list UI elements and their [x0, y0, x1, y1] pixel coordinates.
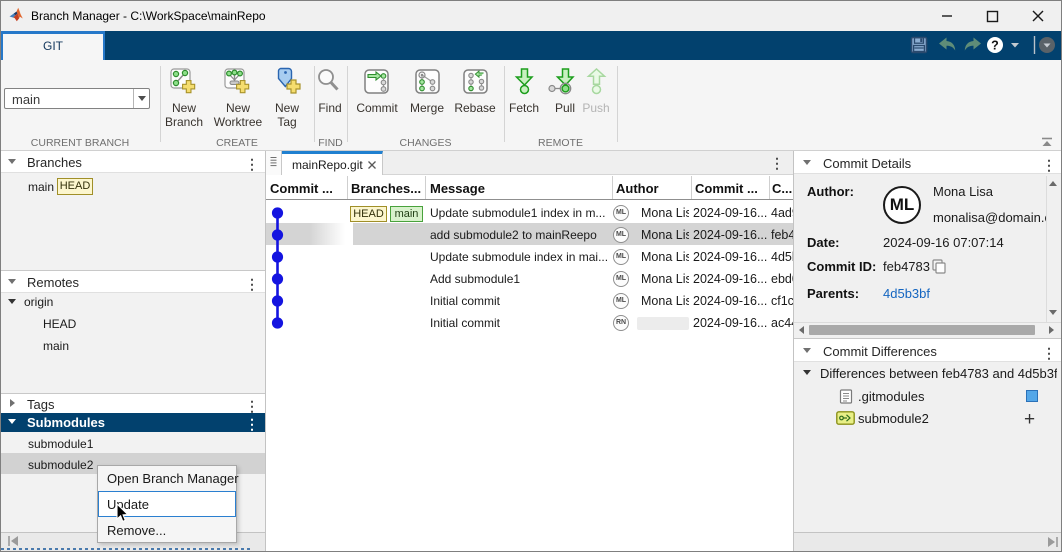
svg-text:?: ?: [991, 39, 999, 53]
